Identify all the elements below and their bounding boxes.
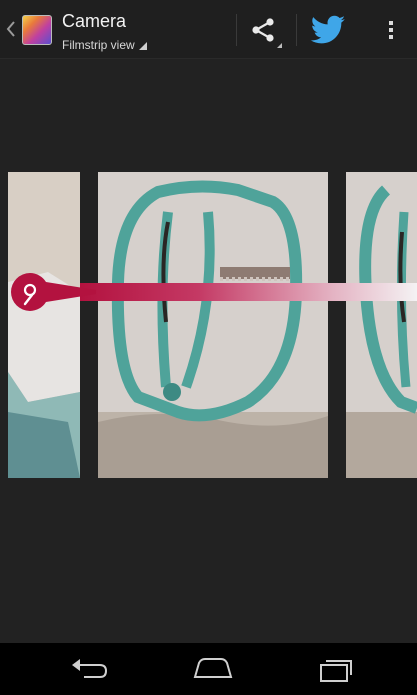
dropdown-triangle-icon [138,42,147,50]
filmstrip[interactable] [0,58,417,643]
photo-thumbnail [346,172,417,478]
divider [236,14,237,46]
recent-apps-icon [320,660,352,682]
photo-image [98,172,328,478]
overflow-menu-icon [389,21,393,39]
divider [296,14,297,46]
up-button[interactable] [0,0,60,58]
navigation-bar [0,643,417,695]
title-dropdown[interactable]: Camera Filmstrip view [62,10,212,52]
back-arrow-icon [72,659,108,678]
share-icon [252,18,282,48]
twitter-share-button[interactable] [298,0,362,58]
app-title: Camera [62,11,127,31]
partial-photo-right[interactable] [346,172,417,478]
home-icon [193,658,233,678]
view-mode-spinner[interactable]: Filmstrip view [62,36,147,52]
overflow-menu-button[interactable] [372,0,412,58]
gallery-app-icon [22,15,52,45]
share-button[interactable] [238,0,294,58]
partial-photo-left[interactable] [8,172,80,478]
action-bar: Camera Filmstrip view [0,0,417,59]
chevron-left-icon [6,21,15,37]
location-pin-icon [11,273,96,311]
twitter-icon [310,15,345,44]
location-tag[interactable] [8,270,96,314]
back-button[interactable] [45,643,135,695]
view-mode-label: Filmstrip view [62,38,135,52]
home-button[interactable] [166,643,256,695]
location-tag-line [80,283,417,301]
photo-thumbnail [8,172,80,478]
current-photo[interactable] [98,172,328,478]
recent-apps-button[interactable] [292,643,382,695]
